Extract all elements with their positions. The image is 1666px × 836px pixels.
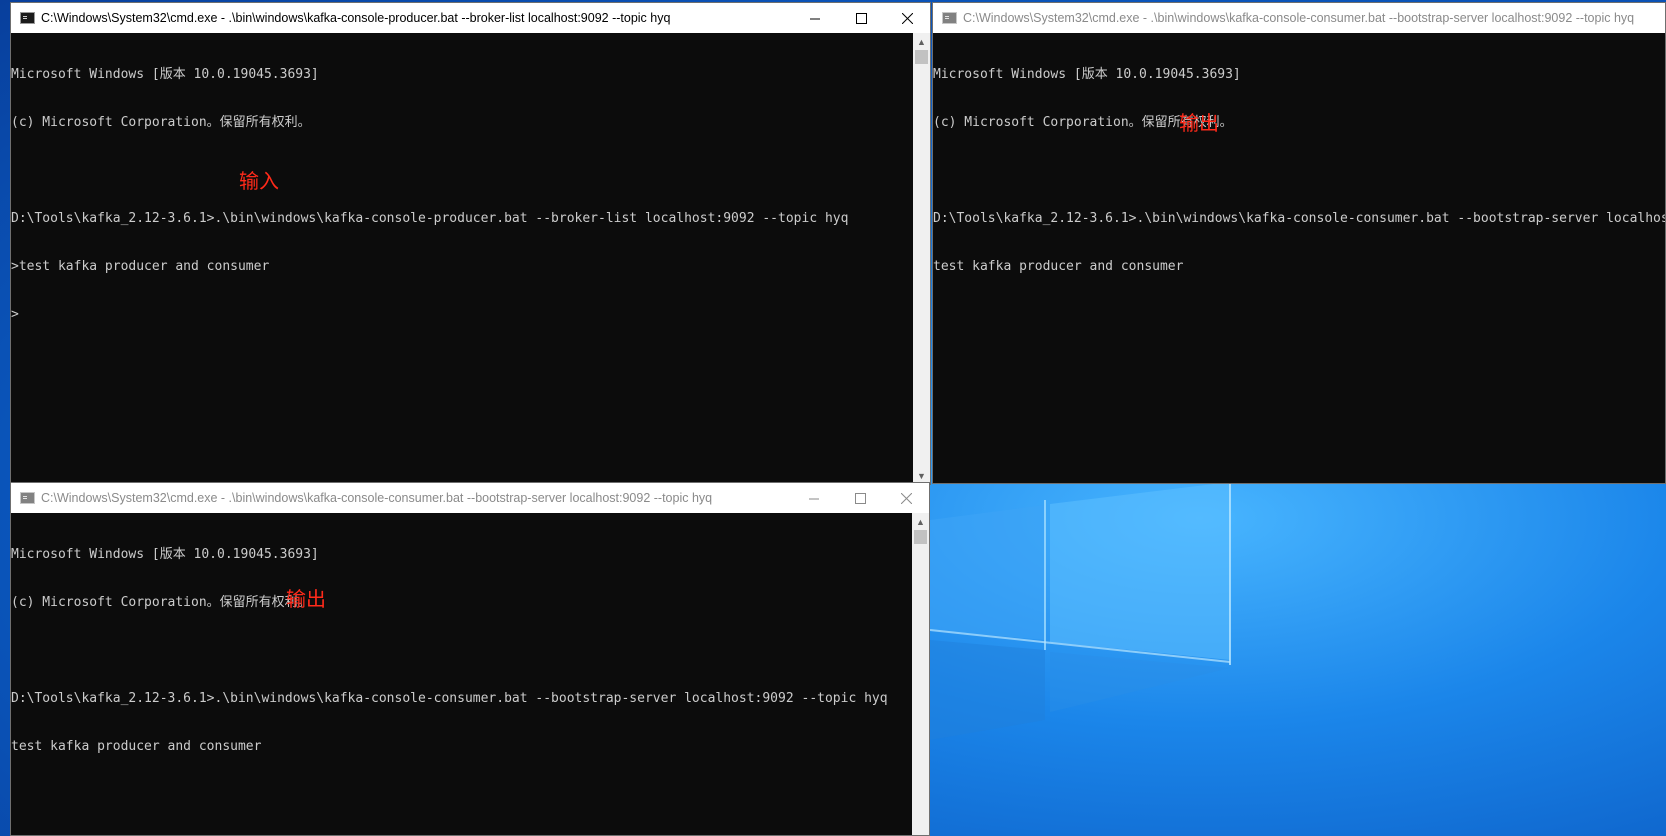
consumer-bottom-console-output[interactable]: Microsoft Windows [版本 10.0.19045.3693] (…	[11, 513, 912, 835]
consumer-right-console-output[interactable]: Microsoft Windows [版本 10.0.19045.3693] (…	[933, 33, 1665, 483]
producer-scrollbar[interactable]: ▲ ▼	[913, 33, 930, 484]
producer-window[interactable]: C:\Windows\System32\cmd.exe - .\bin\wind…	[10, 2, 931, 485]
consumer-right-title: C:\Windows\System32\cmd.exe - .\bin\wind…	[963, 11, 1635, 25]
minimize-icon[interactable]	[791, 483, 837, 513]
console-line: Microsoft Windows [版本 10.0.19045.3693]	[11, 67, 319, 82]
scroll-thumb[interactable]	[914, 530, 927, 544]
console-line: >test kafka producer and consumer	[11, 259, 270, 274]
maximize-icon[interactable]	[838, 3, 884, 33]
console-line: Microsoft Windows [版本 10.0.19045.3693]	[933, 67, 1241, 82]
consumer-bottom-title: C:\Windows\System32\cmd.exe - .\bin\wind…	[41, 491, 713, 505]
console-line: Microsoft Windows [版本 10.0.19045.3693]	[11, 547, 319, 562]
consumer-right-window[interactable]: C:\Windows\System32\cmd.exe - .\bin\wind…	[932, 2, 1666, 484]
producer-titlebar[interactable]: C:\Windows\System32\cmd.exe - .\bin\wind…	[11, 3, 930, 33]
cmd-icon	[942, 12, 957, 24]
consumer-right-titlebar[interactable]: C:\Windows\System32\cmd.exe - .\bin\wind…	[933, 3, 1665, 33]
maximize-icon[interactable]	[837, 483, 883, 513]
cmd-icon	[20, 492, 35, 504]
consumer-bottom-titlebar[interactable]: C:\Windows\System32\cmd.exe - .\bin\wind…	[11, 483, 929, 513]
input-annotation: 输入	[239, 169, 279, 193]
console-line: D:\Tools\kafka_2.12-3.6.1>.\bin\windows\…	[11, 691, 888, 706]
scroll-up-icon[interactable]: ▲	[913, 33, 930, 50]
scroll-thumb[interactable]	[915, 50, 928, 64]
consumer-bottom-window[interactable]: C:\Windows\System32\cmd.exe - .\bin\wind…	[10, 482, 930, 836]
console-line: (c) Microsoft Corporation。保留所有权利。	[933, 115, 1233, 130]
console-line: >	[11, 307, 19, 322]
output-annotation-right: 输出	[1179, 111, 1219, 135]
console-line: test kafka producer and consumer	[11, 739, 262, 754]
console-line: (c) Microsoft Corporation。保留所有权利。	[11, 115, 311, 130]
scroll-up-icon[interactable]: ▲	[912, 513, 929, 530]
consumer-bottom-scrollbar[interactable]: ▲	[912, 513, 929, 835]
console-line: test kafka producer and consumer	[933, 259, 1184, 274]
close-icon[interactable]	[884, 3, 930, 33]
minimize-icon[interactable]	[792, 3, 838, 33]
producer-title: C:\Windows\System32\cmd.exe - .\bin\wind…	[41, 11, 671, 25]
producer-console-output[interactable]: Microsoft Windows [版本 10.0.19045.3693] (…	[11, 33, 913, 484]
close-icon[interactable]	[883, 483, 929, 513]
output-annotation-bottom: 输出	[286, 587, 326, 611]
console-line: (c) Microsoft Corporation。保留所有权利。	[11, 595, 311, 610]
console-line: D:\Tools\kafka_2.12-3.6.1>.\bin\windows\…	[933, 211, 1665, 226]
cmd-icon	[20, 12, 35, 24]
console-line: D:\Tools\kafka_2.12-3.6.1>.\bin\windows\…	[11, 211, 849, 226]
